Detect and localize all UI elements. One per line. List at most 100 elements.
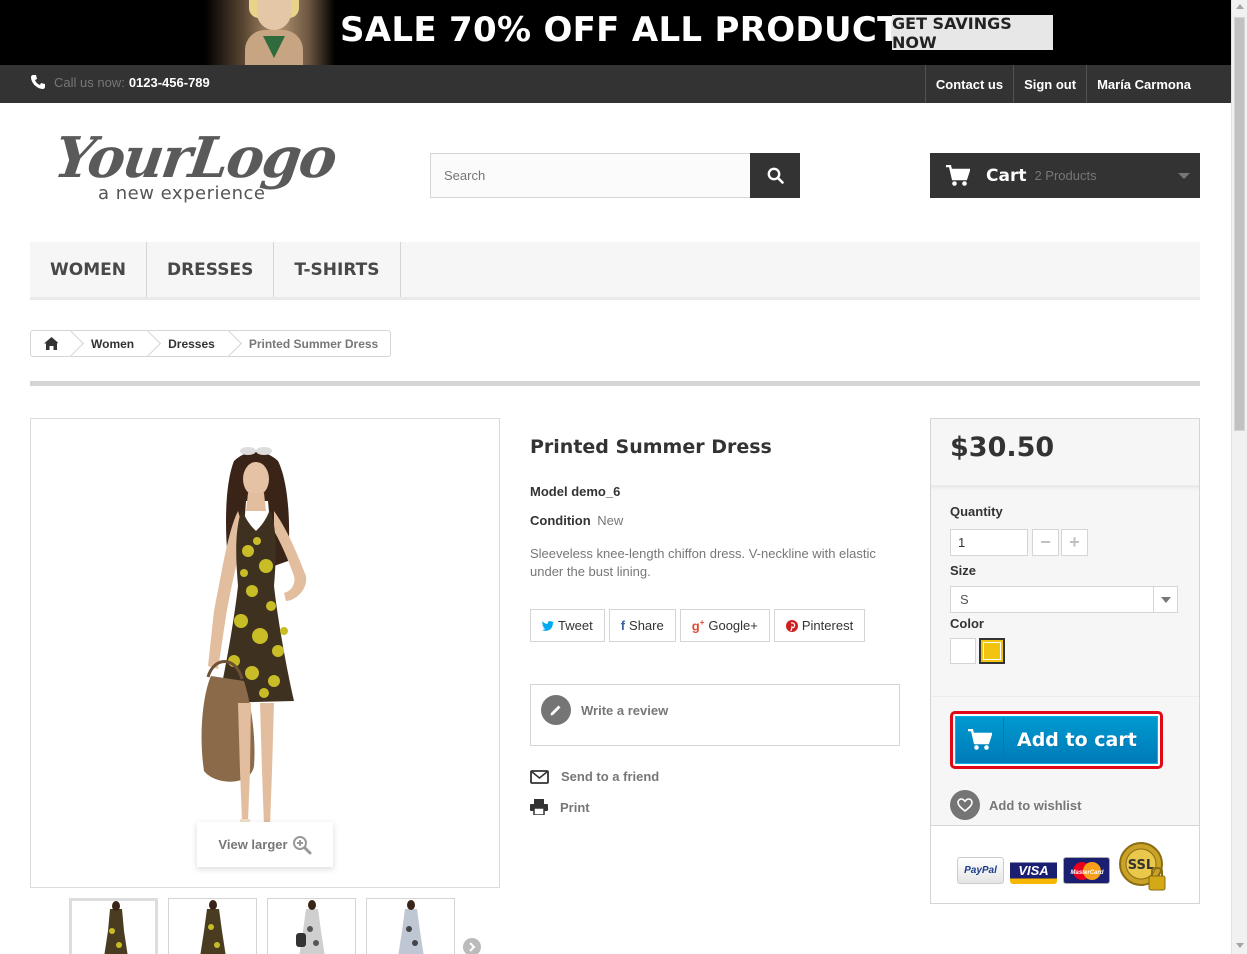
thumbnail-next-button[interactable] [463, 938, 481, 954]
paypal-logo: PayPal [957, 857, 1004, 884]
top-nav-bar: Call us now: 0123-456-789 Contact us Sig… [0, 65, 1231, 103]
google-plus-button[interactable]: g+ Google+ [679, 609, 770, 642]
scrollbar-thumb[interactable] [1234, 17, 1245, 431]
phone-prefix: Call us now: [54, 74, 125, 90]
section-divider [30, 381, 1200, 386]
menu-item-tshirts[interactable]: T-shirts [274, 242, 401, 297]
search-icon [767, 167, 784, 184]
pinterest-icon [785, 619, 798, 632]
dress-model-image [201, 447, 307, 846]
breadcrumb: Women Dresses Printed Summer Dress [30, 330, 392, 357]
main-menu: Women Dresses T-shirts [30, 242, 1200, 300]
color-swatch-white[interactable] [950, 638, 976, 664]
home-icon [43, 337, 59, 350]
sign-out-link[interactable]: Sign out [1013, 65, 1086, 103]
quantity-plus-button[interactable]: + [1061, 529, 1088, 556]
search-form [430, 153, 800, 198]
quantity-minus-button[interactable]: − [1032, 529, 1059, 556]
product-price: $30.50 [950, 432, 1055, 463]
product-description: Sleeveless knee-length chiffon dress. V-… [530, 546, 876, 579]
send-to-friend-link[interactable]: Send to a friend [530, 769, 659, 784]
phone-number: 0123-456-789 [128, 74, 210, 90]
condition-value: New [597, 513, 624, 528]
menu-item-dresses[interactable]: Dresses [147, 242, 275, 297]
cart-button[interactable]: Cart 2 Products [930, 153, 1200, 198]
size-select[interactable]: S [950, 586, 1178, 613]
write-review-link[interactable]: Write a review [581, 703, 668, 718]
scroll-down-icon[interactable] [1236, 943, 1244, 948]
review-box: Write a review [530, 684, 900, 746]
add-to-cart-label: Add to cart [1017, 729, 1137, 751]
envelope-icon [530, 769, 549, 784]
quantity-label: Quantity [950, 504, 1003, 519]
send-label: Send to a friend [561, 769, 660, 784]
zoom-in-icon [292, 835, 312, 854]
write-review-button[interactable] [541, 695, 571, 725]
view-larger-label: View larger [218, 837, 288, 852]
pinterest-button[interactable]: Pinterest [773, 609, 866, 642]
size-label: Size [950, 563, 977, 578]
chevron-down-icon [1178, 173, 1190, 179]
pinterest-label: Pinterest [801, 618, 854, 633]
site-logo[interactable]: YourLogo a new experience [50, 125, 345, 210]
phone-icon [31, 75, 45, 89]
facebook-icon: f [620, 618, 626, 633]
thumbnail-list [69, 898, 455, 954]
cart-label: Cart [986, 165, 1027, 186]
svg-text:MasterCard: MasterCard [1070, 870, 1103, 876]
add-to-cart-button[interactable]: Add to cart [950, 711, 1163, 769]
ssl-badge: SSL [1119, 842, 1166, 891]
logo-text: YourLogo [50, 125, 340, 191]
printer-icon [530, 799, 548, 815]
color-label: Color [950, 616, 984, 631]
share-buttons: Tweet f Share g+ Google+ Pinterest [530, 609, 866, 642]
get-savings-button[interactable]: GET SAVINGS NOW [892, 14, 1053, 52]
search-input[interactable] [430, 153, 751, 198]
promo-headline: SALE 70% OFF ALL PRODUCTS [340, 10, 926, 50]
google-label: Google+ [708, 618, 758, 633]
chevron-down-icon [1153, 587, 1177, 612]
facebook-share-button[interactable]: f Share [608, 609, 676, 642]
model-label: Model [530, 484, 568, 499]
account-link[interactable]: María Carmona [1086, 65, 1201, 103]
color-swatch-yellow[interactable] [979, 638, 1005, 664]
cart-icon [967, 729, 992, 750]
thumbnail-2[interactable] [168, 898, 257, 954]
add-to-wishlist-link[interactable]: Add to wishlist [950, 790, 1081, 820]
heart-icon [957, 798, 973, 812]
tweet-button[interactable]: Tweet [530, 609, 605, 642]
condition-label: Condition [530, 513, 591, 528]
cart-icon [946, 164, 970, 186]
page-scrollbar[interactable] [1231, 0, 1247, 954]
quantity-input[interactable]: 1 [950, 529, 1028, 556]
buy-box: $30.50 Quantity 1 − + Size S Color Add t… [930, 418, 1200, 904]
promo-banner[interactable]: SALE 70% OFF ALL PRODUCTS GET SAVINGS NO… [0, 0, 1231, 65]
mastercard-logo: MasterCard [1063, 857, 1110, 884]
tweet-label: Tweet [558, 618, 593, 633]
product-model: Model demo_6 [530, 484, 620, 499]
pencil-icon [550, 705, 561, 716]
search-button[interactable] [750, 153, 800, 198]
wishlist-label: Add to wishlist [989, 797, 1082, 813]
thumbnail-4[interactable] [366, 898, 455, 954]
scroll-up-icon[interactable] [1236, 4, 1244, 9]
logo-tagline: a new experience [98, 183, 266, 204]
view-larger-button[interactable]: View larger [197, 822, 333, 867]
model-value: demo_6 [571, 484, 621, 499]
share-label: Share [629, 618, 664, 633]
thumbnail-3[interactable] [267, 898, 356, 954]
product-image[interactable]: View larger [30, 418, 500, 888]
contact-us-link[interactable]: Contact us [924, 65, 1013, 103]
breadcrumb-home[interactable] [31, 331, 71, 356]
svg-text:SSL: SSL [1128, 858, 1154, 873]
breadcrumb-current: Printed Summer Dress [248, 336, 379, 351]
payment-logos: PayPal VISA MasterCard SSL [931, 825, 1199, 903]
thumbnail-1[interactable] [69, 898, 158, 954]
google-plus-icon: g+ [691, 617, 705, 634]
print-link[interactable]: Print [530, 799, 590, 815]
chevron-right-icon [469, 942, 476, 952]
product-title: Printed Summer Dress [530, 436, 772, 458]
twitter-icon [542, 620, 554, 631]
menu-item-women[interactable]: Women [30, 242, 147, 297]
visa-logo: VISA [1010, 857, 1057, 884]
